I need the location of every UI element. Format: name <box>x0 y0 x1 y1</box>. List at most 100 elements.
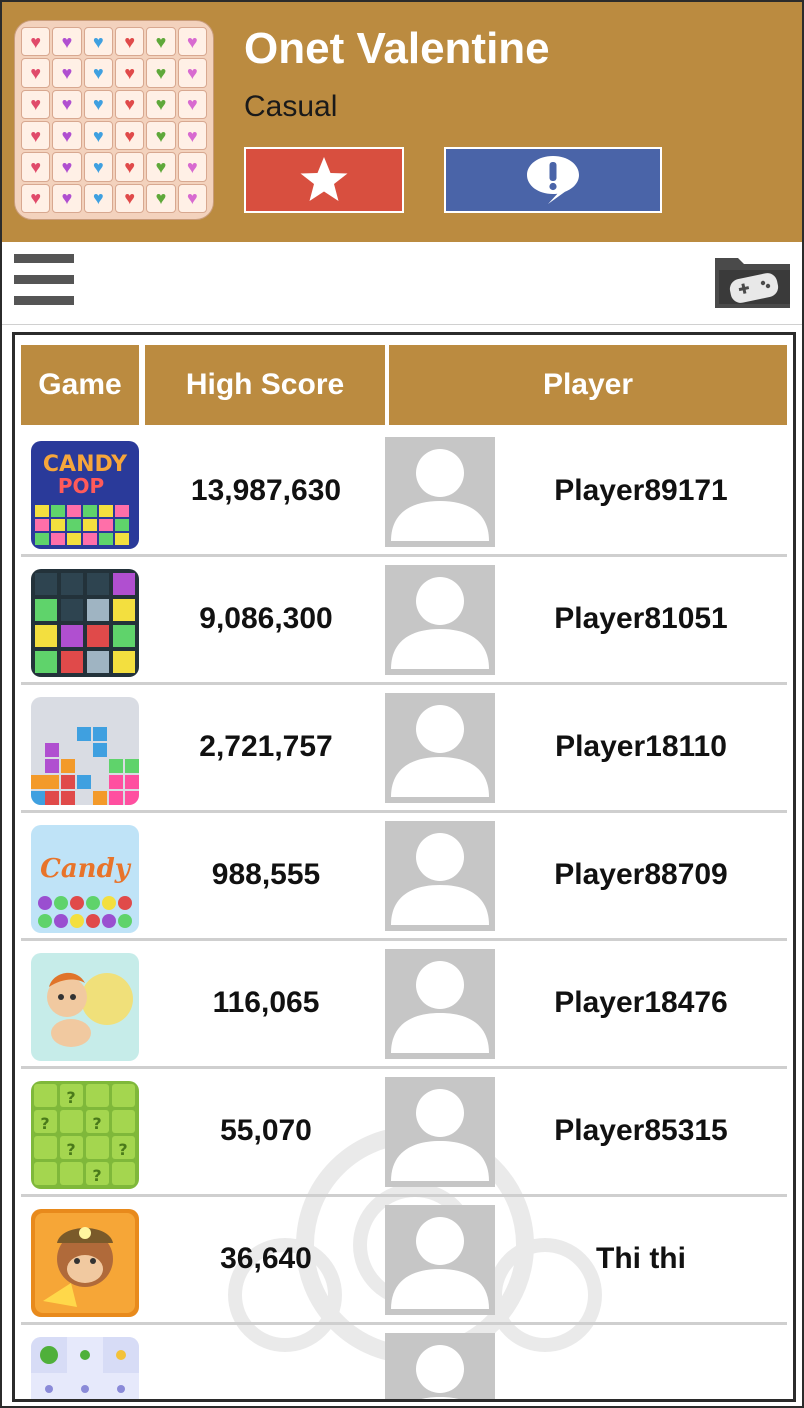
app-icon-tile: ♥ <box>115 152 145 182</box>
app-icon-tile: ♥ <box>52 89 82 119</box>
avatar-placeholder-icon[interactable] <box>385 693 495 803</box>
app-frame: ♥ ♥ ♥ ♥ ♥ ♥ ♥ ♥ ♥ ♥ ♥ ♥ ♥ ♥ ♥ ♥ ♥ ♥ ♥ ♥ ♥ ♥ ♥ ♥ ♥ ♥ ♥ ♥ ♥ ♥ ♥ ♥ ♥ ♥ ♥ ♥ One… <box>0 0 804 1408</box>
player-name[interactable]: Player89171 <box>495 429 787 553</box>
svg-text:?: ? <box>118 1140 127 1159</box>
svg-text:Candy: Candy <box>40 854 132 884</box>
app-icon-tile-grid: ♥ ♥ ♥ ♥ ♥ ♥ ♥ ♥ ♥ ♥ ♥ ♥ ♥ ♥ ♥ ♥ ♥ ♥ ♥ ♥ ♥ ♥ ♥ ♥ ♥ ♥ ♥ ♥ ♥ ♥ ♥ ♥ ♥ ♥ ♥ ♥ <box>21 27 207 213</box>
high-score-value: 36,640 <box>220 1242 312 1275</box>
app-icon-tile: ♥ <box>115 121 145 151</box>
report-button[interactable] <box>444 147 662 213</box>
svg-text:?: ? <box>66 1088 75 1107</box>
svg-text:?: ? <box>40 1114 49 1133</box>
game-thumbnail-mystery-tiles[interactable]: ? ? ? ? ? ? <box>31 1081 139 1189</box>
player-name[interactable] <box>495 1325 787 1399</box>
app-icon-tile: ♥ <box>146 27 176 57</box>
app-icon-tile: ♥ <box>52 121 82 151</box>
game-folder-icon[interactable] <box>712 248 794 312</box>
header-game: Game <box>21 345 139 425</box>
game-thumbnail-candy-pop-star[interactable]: CANDY POP <box>31 441 139 549</box>
game-thumbnail-dots[interactable] <box>31 1337 139 1399</box>
app-icon-tile: ♥ <box>177 152 207 182</box>
table-row[interactable]: 9,086,300 Player81051 <box>21 557 787 685</box>
app-category: Casual <box>244 90 338 123</box>
favorite-button[interactable] <box>244 147 404 213</box>
app-icon-tile: ♥ <box>52 27 82 57</box>
avatar-placeholder-icon[interactable] <box>385 437 495 547</box>
app-icon-tile: ♥ <box>83 183 113 213</box>
app-icon-tile: ♥ <box>146 183 176 213</box>
app-icon-tile: ♥ <box>146 58 176 88</box>
app-icon-tile: ♥ <box>177 121 207 151</box>
app-icon-tile: ♥ <box>115 27 145 57</box>
exclamation-bubble-icon <box>527 156 579 204</box>
table-row[interactable]: ? ? ? ? ? ? 55,070 Player85315 <box>21 1069 787 1197</box>
app-icon-tile: ♥ <box>146 121 176 151</box>
game-thumbnail-cartoon-runner[interactable] <box>31 953 139 1061</box>
app-icon-tile: ♥ <box>115 183 145 213</box>
player-name[interactable]: Player18476 <box>495 941 787 1065</box>
app-icon-tile: ♥ <box>177 58 207 88</box>
avatar-placeholder-icon[interactable] <box>385 1205 495 1315</box>
app-icon-tile: ♥ <box>177 27 207 57</box>
header-player: Player <box>389 345 787 425</box>
app-icon-tile: ♥ <box>21 152 51 182</box>
app-icon-tile: ♥ <box>21 89 51 119</box>
header-high-score: High Score <box>145 345 385 425</box>
avatar-placeholder-icon[interactable] <box>385 949 495 1059</box>
app-icon-tile: ♥ <box>52 58 82 88</box>
player-name[interactable]: Player85315 <box>495 1069 787 1193</box>
game-thumbnail-gem-blocks[interactable] <box>31 569 139 677</box>
app-icon-tile: ♥ <box>52 152 82 182</box>
avatar-placeholder-icon[interactable] <box>385 1077 495 1187</box>
high-score-value: 55,070 <box>220 1114 312 1147</box>
star-icon <box>300 157 348 201</box>
avatar-placeholder-icon[interactable] <box>385 565 495 675</box>
player-name[interactable]: Player81051 <box>495 557 787 681</box>
app-icon-tile: ♥ <box>177 183 207 213</box>
app-icon-tile: ♥ <box>52 183 82 213</box>
table-row[interactable]: 116,065 Player18476 <box>21 941 787 1069</box>
app-icon-tile: ♥ <box>83 152 113 182</box>
app-icon-tile: ♥ <box>21 121 51 151</box>
app-icon-tile: ♥ <box>83 121 113 151</box>
app-header: ♥ ♥ ♥ ♥ ♥ ♥ ♥ ♥ ♥ ♥ ♥ ♥ ♥ ♥ ♥ ♥ ♥ ♥ ♥ ♥ ♥ ♥ ♥ ♥ ♥ ♥ ♥ ♥ ♥ ♥ ♥ ♥ ♥ ♥ ♥ ♥ One… <box>2 2 802 242</box>
game-thumbnail-candy[interactable]: Candy <box>31 825 139 933</box>
svg-text:?: ? <box>66 1140 75 1159</box>
app-icon-tile: ♥ <box>146 89 176 119</box>
app-icon-tile: ♥ <box>115 58 145 88</box>
table-row[interactable]: 2,721,757 Player18110 <box>21 685 787 813</box>
high-score-value: 988,555 <box>211 858 321 891</box>
player-name[interactable]: Player88709 <box>495 813 787 937</box>
app-icon-tile: ♥ <box>83 89 113 119</box>
high-score-value <box>147 1325 385 1399</box>
player-name[interactable]: Thi thi <box>495 1197 787 1321</box>
high-score-value: 116,065 <box>212 986 320 1019</box>
hamburger-icon[interactable] <box>14 254 74 306</box>
app-icon-tile: ♥ <box>21 183 51 213</box>
avatar-placeholder-icon[interactable] <box>385 1333 495 1399</box>
high-score-value: 13,987,630 <box>190 474 342 507</box>
toolbar <box>2 242 802 325</box>
app-icon: ♥ ♥ ♥ ♥ ♥ ♥ ♥ ♥ ♥ ♥ ♥ ♥ ♥ ♥ ♥ ♥ ♥ ♥ ♥ ♥ ♥ ♥ ♥ ♥ ♥ ♥ ♥ ♥ ♥ ♥ ♥ ♥ ♥ ♥ ♥ ♥ <box>14 20 214 220</box>
high-score-table: Game High Score Player CANDY POP 13,987,… <box>12 332 796 1402</box>
high-score-value: 9,086,300 <box>199 602 333 635</box>
table-row[interactable]: 36,640 Thi thi <box>21 1197 787 1325</box>
game-thumbnail-block-puzzle[interactable] <box>31 697 139 805</box>
app-icon-tile: ♥ <box>21 58 51 88</box>
app-icon-tile: ♥ <box>83 58 113 88</box>
app-title: Onet Valentine <box>244 24 550 73</box>
game-thumbnail-miner-monkey[interactable] <box>31 1209 139 1317</box>
app-icon-tile: ♥ <box>177 89 207 119</box>
table-row[interactable] <box>21 1325 787 1399</box>
high-score-value: 2,721,757 <box>199 730 333 763</box>
avatar-placeholder-icon[interactable] <box>385 821 495 931</box>
player-name[interactable]: Player18110 <box>495 685 787 809</box>
svg-text:?: ? <box>92 1166 101 1185</box>
svg-text:POP: POP <box>58 474 104 498</box>
app-icon-tile: ♥ <box>83 27 113 57</box>
table-row[interactable]: Candy 988,555 Player88709 <box>21 813 787 941</box>
table-row[interactable]: CANDY POP 13,987,630 Player89171 <box>21 429 787 557</box>
app-icon-tile: ♥ <box>115 89 145 119</box>
svg-text:?: ? <box>92 1114 101 1133</box>
app-icon-tile: ♥ <box>146 152 176 182</box>
